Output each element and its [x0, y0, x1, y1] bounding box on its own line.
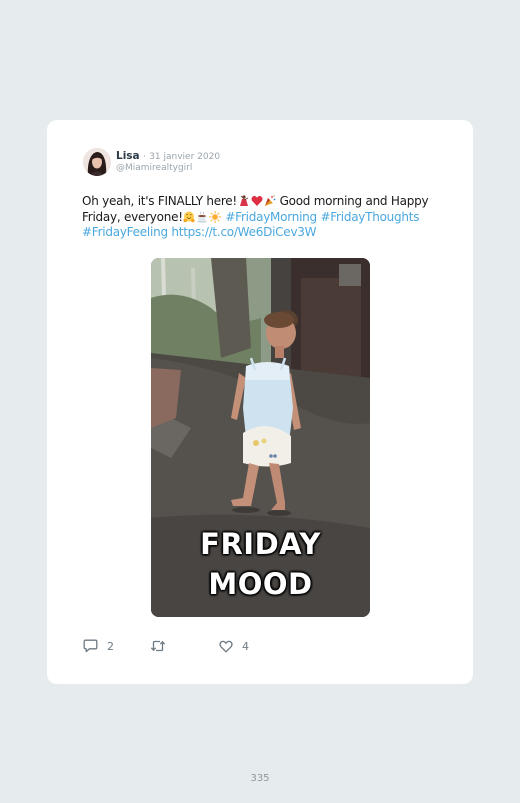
like-count: 4 — [242, 639, 249, 653]
tweet-media-gif[interactable]: FRIDAY MOOD — [151, 258, 370, 617]
hashtag-friday-morning[interactable]: #FridayMorning — [225, 210, 317, 224]
gif-caption: FRIDAY MOOD — [151, 524, 370, 604]
tweet-date[interactable]: 31 janvier 2020 — [149, 152, 220, 162]
author-name[interactable]: Lisa — [116, 150, 140, 162]
author-handle[interactable]: @Miamirealtygirl — [116, 163, 192, 173]
gif-caption-line2: MOOD — [208, 567, 313, 601]
hashtag-friday-thoughts[interactable]: #FridayThoughts — [320, 210, 419, 224]
reply-button[interactable]: 2 — [83, 638, 114, 654]
tweet-link[interactable]: https://t.co/We6DiCev3W — [171, 225, 316, 239]
tweet-card: Lisa · 31 janvier 2020 @Miamirealtygirl … — [47, 120, 473, 684]
author-separator: · — [142, 152, 146, 162]
hashtag-friday-feeling[interactable]: #FridayFeeling — [82, 225, 168, 239]
gif-caption-line1: FRIDAY — [200, 527, 321, 561]
tweet-text: Oh yeah, it's FINALLY here! Good morning… — [82, 194, 442, 241]
avatar[interactable] — [83, 148, 111, 176]
page-number: 335 — [250, 773, 270, 784]
retweet-button[interactable] — [150, 638, 175, 654]
reply-count: 2 — [107, 639, 114, 653]
avatar-image — [83, 148, 111, 176]
like-button[interactable]: 4 — [219, 638, 249, 654]
author-line: Lisa · 31 janvier 2020 — [116, 150, 220, 163]
party-popper-emoji — [264, 195, 275, 206]
tweet-actions: 2 4 — [83, 638, 383, 654]
heart-emoji — [251, 195, 262, 206]
tweet-text-part1: Oh yeah, it's FINALLY here! — [82, 194, 237, 208]
reply-icon — [83, 639, 98, 653]
dancer-emoji — [239, 195, 248, 206]
retweet-icon — [150, 640, 166, 652]
hugging-face-emoji — [183, 211, 195, 222]
coffee-emoji — [197, 211, 208, 223]
sun-emoji — [209, 210, 222, 223]
heart-icon — [219, 640, 233, 652]
